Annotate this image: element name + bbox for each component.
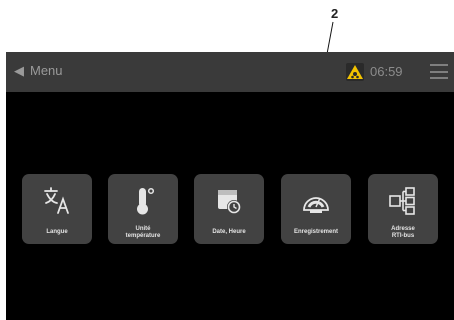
tile-label-line: température — [125, 233, 161, 239]
clock-time: 06:59 — [370, 64, 403, 79]
top-bar: ◀ Menu 06:59 — [6, 52, 454, 92]
tile-label: Unité température — [110, 226, 176, 240]
tile-label: Enregistrement — [293, 229, 338, 235]
back-label: Menu — [30, 63, 63, 78]
tile-label-line: RTI-bus — [391, 233, 415, 239]
tile-label: Langue — [46, 229, 68, 235]
gauge-icon — [303, 197, 329, 213]
annotation-number: 2 — [331, 6, 339, 21]
device-screen: ◀ Menu 06:59 Langue Unité température Da… — [6, 52, 454, 320]
thermometer-icon — [137, 187, 155, 215]
tile-date-heure[interactable]: Date, Heure — [194, 174, 264, 244]
tile-label-line: Unité — [135, 226, 151, 232]
tile-langue[interactable]: Langue — [22, 174, 92, 244]
translate-icon — [44, 187, 69, 214]
chevron-left-icon: ◀ — [14, 63, 24, 78]
tile-label: Date, Heure — [212, 229, 246, 235]
hamburger-menu-icon[interactable] — [430, 64, 448, 79]
network-icon — [389, 187, 415, 215]
calendar-clock-icon — [218, 190, 241, 214]
tile-adresse-rti-bus[interactable]: Adresse RTI-bus — [368, 174, 438, 244]
tile-label-line: Adresse — [391, 226, 415, 232]
tile-unite-temperature[interactable]: Unité température — [108, 174, 178, 244]
tile-enregistrement[interactable]: Enregistrement — [281, 174, 351, 244]
alarm-icon[interactable] — [345, 62, 365, 82]
back-button[interactable]: ◀ Menu — [14, 63, 63, 78]
tile-label: Adresse RTI-bus — [370, 226, 436, 240]
